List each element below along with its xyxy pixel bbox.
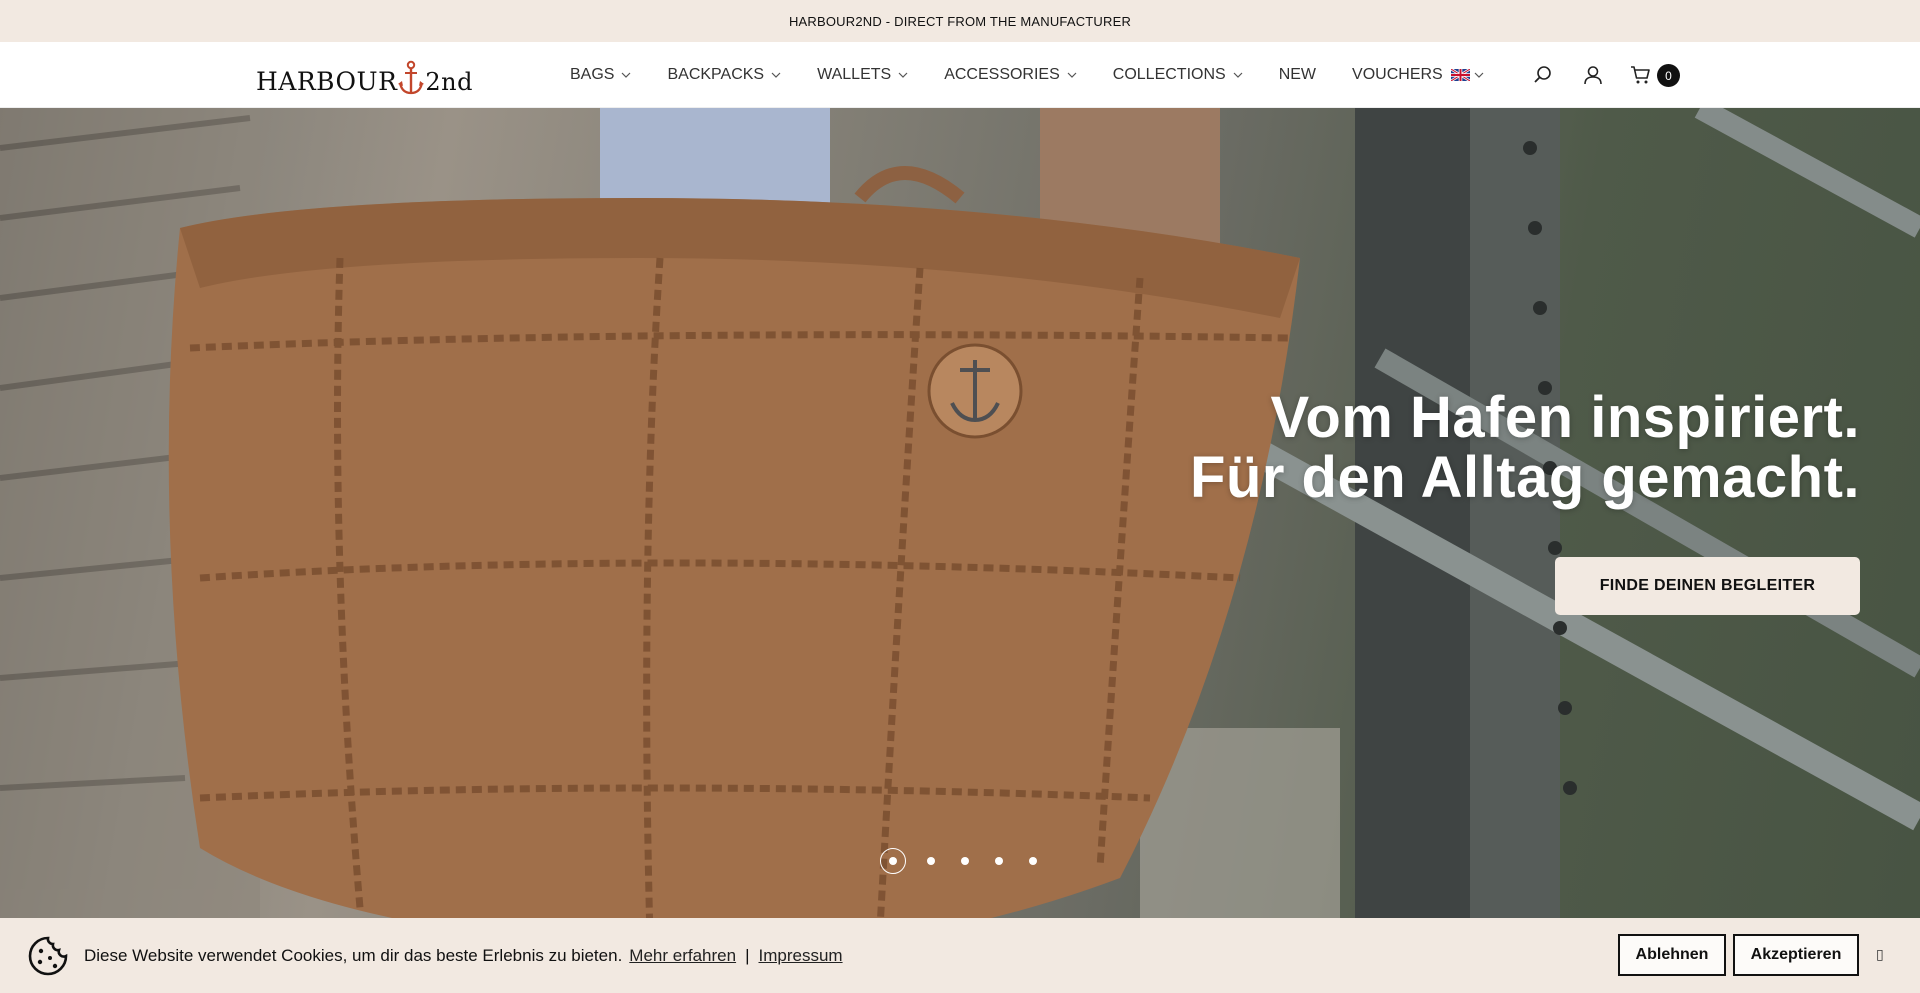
hero-headline-line1: Vom Hafen inspiriert. bbox=[1270, 385, 1860, 450]
find-companion-button[interactable]: FINDE DEINEN BEGLEITER bbox=[1555, 557, 1860, 615]
nav-label: NEW bbox=[1278, 66, 1317, 83]
nav-label: WALLETS bbox=[817, 66, 892, 83]
main-nav: BAGS BACKPACKS WALLETS ACCESSORIES COLLE… bbox=[570, 42, 1479, 108]
cookie-banner: Diese Website verwendet Cookies, um dir … bbox=[0, 918, 1920, 993]
slide-dot-5[interactable] bbox=[1029, 857, 1037, 865]
nav-label: BACKPACKS bbox=[667, 66, 765, 83]
chevron-down-icon bbox=[1474, 72, 1484, 78]
announcement-text: HARBOUR2ND - DIRECT FROM THE MANUFACTURE… bbox=[788, 13, 1132, 29]
site-header: HARBOUR 2nd BAGS BACKPACKS WALLETS ACCES… bbox=[0, 42, 1920, 108]
chevron-down-icon bbox=[771, 72, 781, 78]
nav-item-new[interactable]: NEW bbox=[1279, 66, 1316, 84]
hero-headline: Vom Hafen inspiriert. Für den Alltag gem… bbox=[1190, 388, 1860, 508]
chevron-down-icon bbox=[1067, 72, 1077, 78]
search-icon[interactable] bbox=[1532, 64, 1554, 86]
slide-dot-2[interactable] bbox=[927, 857, 935, 865]
learn-more-link[interactable]: Mehr erfahren bbox=[629, 946, 736, 966]
accept-cookies-button[interactable]: Akzeptieren bbox=[1733, 934, 1859, 976]
logo-text-a: HARBOUR bbox=[256, 67, 398, 96]
slide-dot-1[interactable] bbox=[880, 848, 906, 874]
nav-item-accessories[interactable]: ACCESSORIES bbox=[944, 66, 1077, 84]
nav-item-vouchers[interactable]: VOUCHERS bbox=[1352, 66, 1443, 84]
nav-item-wallets[interactable]: WALLETS bbox=[817, 66, 908, 84]
hero-image bbox=[0, 108, 1920, 918]
link-separator: | bbox=[745, 946, 750, 965]
chevron-down-icon bbox=[622, 72, 631, 78]
cookie-text: Diese Website verwendet Cookies, um dir … bbox=[84, 946, 623, 965]
slider-pagination bbox=[880, 848, 1063, 874]
hero-slider: Vom Hafen inspiriert. Für den Alltag gem… bbox=[0, 108, 1920, 918]
nav-label: BAGS bbox=[570, 66, 615, 83]
nav-item-collections[interactable]: COLLECTIONS bbox=[1113, 66, 1243, 84]
cookie-message: Diese Website verwendet Cookies, um dir … bbox=[84, 946, 843, 966]
nav-label: ACCESSORIES bbox=[944, 66, 1060, 83]
chevron-down-icon bbox=[898, 72, 908, 78]
uk-flag-icon bbox=[1451, 69, 1470, 81]
anchor-logo-icon bbox=[398, 60, 425, 95]
slide-dot-3[interactable] bbox=[961, 857, 969, 865]
nav-label: COLLECTIONS bbox=[1112, 66, 1226, 83]
cookie-icon bbox=[28, 936, 68, 976]
logo-text-b: 2nd bbox=[425, 68, 473, 96]
user-icon[interactable] bbox=[1582, 64, 1604, 86]
decline-cookies-button[interactable]: Ablehnen bbox=[1618, 934, 1726, 976]
cart-count-badge[interactable]: 0 bbox=[1657, 64, 1680, 87]
nav-label: VOUCHERS bbox=[1352, 66, 1443, 83]
cart-icon[interactable] bbox=[1630, 64, 1652, 86]
announcement-bar: HARBOUR2ND - DIRECT FROM THE MANUFACTURE… bbox=[0, 0, 1920, 42]
imprint-link[interactable]: Impressum bbox=[759, 946, 843, 966]
logo[interactable]: HARBOUR 2nd bbox=[256, 60, 473, 96]
slide-dot-4[interactable] bbox=[995, 857, 1003, 865]
nav-item-bags[interactable]: BAGS bbox=[570, 66, 631, 84]
hero-headline-line2: Für den Alltag gemacht. bbox=[1190, 445, 1860, 510]
language-selector[interactable] bbox=[1451, 65, 1484, 85]
close-icon[interactable]: ▯ bbox=[1876, 946, 1884, 963]
nav-item-backpacks[interactable]: BACKPACKS bbox=[667, 66, 781, 84]
chevron-down-icon bbox=[1233, 72, 1243, 78]
